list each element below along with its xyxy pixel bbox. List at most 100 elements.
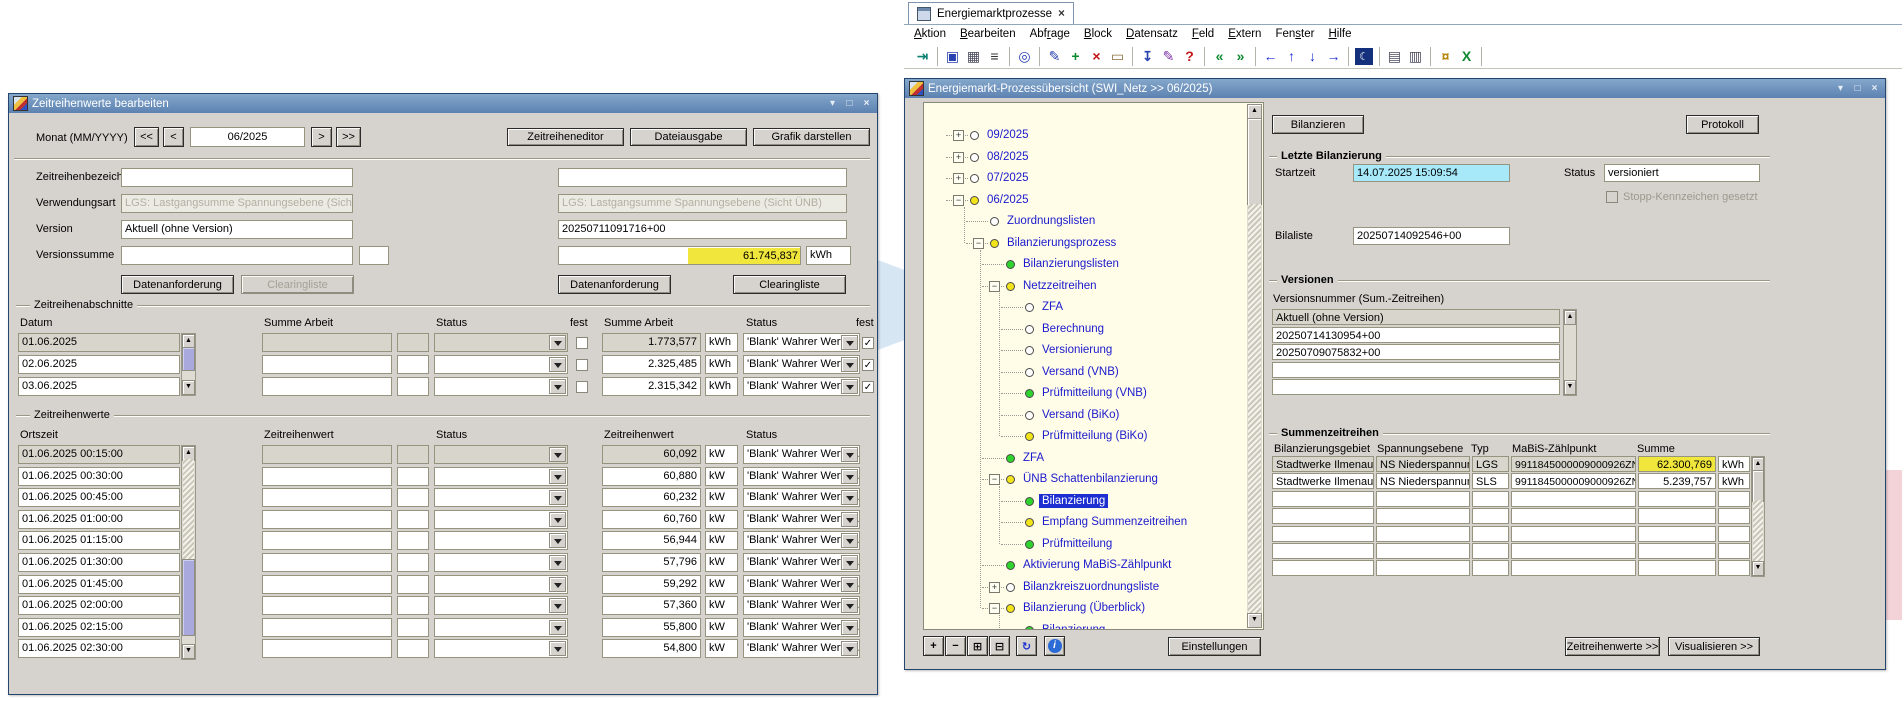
collapse-icon[interactable]: − [989,474,1000,485]
dropdown-arrow-icon[interactable] [841,620,858,635]
collapse-icon[interactable]: − [973,238,984,249]
spannungsebene-cell[interactable] [1376,543,1470,559]
mabis-zaehlpunkt-cell[interactable] [1511,526,1636,542]
typ-cell[interactable]: LGS [1472,456,1509,472]
dropdown-arrow-icon[interactable] [841,577,858,592]
typ-cell[interactable] [1472,508,1509,524]
unit-field[interactable] [397,553,429,572]
save-icon[interactable]: ▣ [942,46,963,67]
ortszeit-field[interactable]: 01.06.2025 00:15:00 [18,445,180,464]
dropdown-arrow-icon[interactable] [841,641,858,656]
bilanzierungsgebiet-cell[interactable] [1272,491,1374,507]
menu-bearbeiten[interactable]: Bearbeiten [960,28,1016,40]
zeitreihenwert-value[interactable]: 54,800 [602,639,701,658]
status-dropdown[interactable] [434,553,568,572]
unit-field[interactable] [397,488,429,507]
dropdown-arrow-icon[interactable] [549,620,566,635]
minimize-icon[interactable]: ▾ [826,97,839,110]
unit-label[interactable]: kW [705,553,738,572]
zeitreihenwert-field[interactable] [262,531,392,550]
unit-label[interactable]: kW [705,639,738,658]
dropdown-arrow-icon[interactable] [549,533,566,548]
menu-datensatz[interactable]: Datensatz [1126,28,1178,40]
dropdown-arrow-icon[interactable] [841,469,858,484]
bilanzierungsgebiet-cell[interactable] [1272,508,1374,524]
list-icon[interactable]: ≡ [984,46,1005,67]
zeitreihenwerte-button[interactable]: Zeitreihenwerte >> [1565,637,1660,656]
insert-record-icon[interactable]: + [1065,46,1086,67]
status-dropdown[interactable]: 'Blank' Wahrer Wert (... [743,510,860,529]
unit-field[interactable] [397,639,429,658]
summe-cell[interactable] [1638,560,1716,576]
restore-icon[interactable]: □ [1851,82,1864,95]
summe-cell[interactable]: 62.300,769 [1638,456,1716,472]
ortszeit-field[interactable]: 01.06.2025 01:30:00 [18,553,180,572]
zeitreihenwert-field[interactable] [262,596,392,615]
mabis-zaehlpunkt-cell[interactable] [1511,491,1636,507]
unit-label[interactable]: kW [705,445,738,464]
zeitreihenwert-field[interactable] [262,639,392,658]
zeitreihenwert-value[interactable]: 56,944 [602,531,701,550]
right-window-titlebar[interactable]: Energiemarkt-Prozessübersicht (SWI_Netz … [905,79,1885,98]
execute-query-icon[interactable]: ↧ [1137,46,1158,67]
status-dropdown[interactable]: 'Blank' Wahrer Wert (... [743,575,860,594]
collapse-icon[interactable]: − [989,603,1000,614]
bilanzierungsgebiet-cell[interactable] [1272,543,1374,559]
dropdown-arrow-icon[interactable] [549,577,566,592]
scroll-down-icon[interactable]: ▼ [1752,561,1764,576]
dropdown-arrow-icon[interactable] [549,447,566,462]
unit-cell[interactable] [1718,560,1750,576]
spannungsebene-cell[interactable]: NS Niederspannung [1376,473,1470,489]
zeitreihenwert-field[interactable] [262,488,392,507]
unit-cell[interactable] [1718,508,1750,524]
spannungsebene-cell[interactable] [1376,526,1470,542]
typ-cell[interactable] [1472,526,1509,542]
expand-icon[interactable]: + [953,173,964,184]
tab-energiemarktprozesse[interactable]: Energiemarktprozesse × [908,2,1074,25]
expand-icon[interactable]: + [989,582,1000,593]
bilanzierungsgebiet-cell[interactable] [1272,560,1374,576]
zeitreihenwert-value[interactable]: 60,092 [602,445,701,464]
dropdown-arrow-icon[interactable] [549,469,566,484]
typ-cell[interactable] [1472,491,1509,507]
status-dropdown[interactable] [434,596,568,615]
scrollbar-thumb[interactable] [182,559,195,636]
expand-icon[interactable]: + [953,152,964,163]
ortszeit-field[interactable]: 01.06.2025 02:00:00 [18,596,180,615]
edit-icon[interactable]: ✎ [1158,46,1179,67]
spannungsebene-cell[interactable] [1376,491,1470,507]
minimize-icon[interactable]: ▾ [1834,82,1847,95]
unit-field[interactable] [397,531,429,550]
typ-cell[interactable] [1472,560,1509,576]
unit-field[interactable] [397,596,429,615]
zeitreihenwert-value[interactable]: 60,760 [602,510,701,529]
zeitreihenwert-value[interactable]: 55,800 [602,618,701,637]
zeitreihenwert-value[interactable]: 59,292 [602,575,701,594]
status-dropdown[interactable]: 'Blank' Wahrer Wert (... [743,639,860,658]
status-dropdown[interactable] [434,575,568,594]
help-icon[interactable]: ? [1179,46,1200,67]
mabis-zaehlpunkt-cell[interactable] [1511,543,1636,559]
zeitreihenwert-field[interactable] [262,510,392,529]
summen-scrollbar[interactable]: ▲ ▼ [1751,456,1765,577]
bilanzierungsgebiet-cell[interactable]: Stadtwerke Ilmenau S [1272,456,1374,472]
dropdown-arrow-icon[interactable] [549,555,566,570]
clipboard-icon[interactable]: ▥ [1405,46,1426,67]
zeitreihenwert-value[interactable]: 60,232 [602,488,701,507]
unit-field[interactable] [397,618,429,637]
unit-label[interactable]: kW [705,596,738,615]
werte-scrollbar[interactable]: ▲ ▼ [181,445,196,660]
bilanzierungsgebiet-cell[interactable] [1272,526,1374,542]
dropdown-arrow-icon[interactable] [549,641,566,656]
ortszeit-field[interactable]: 01.06.2025 02:15:00 [18,618,180,637]
tab-close-icon[interactable]: × [1058,8,1065,20]
summe-cell[interactable] [1638,491,1716,507]
menu-extern[interactable]: Extern [1228,28,1261,40]
menu-abfrage[interactable]: Abfrage [1030,28,1070,40]
unit-cell[interactable]: kWh [1718,473,1750,489]
summe-cell[interactable] [1638,526,1716,542]
status-dropdown[interactable] [434,488,568,507]
dropdown-arrow-icon[interactable] [841,555,858,570]
nav-left-icon[interactable]: ← [1260,46,1281,67]
scroll-down-icon[interactable]: ▼ [182,644,195,659]
